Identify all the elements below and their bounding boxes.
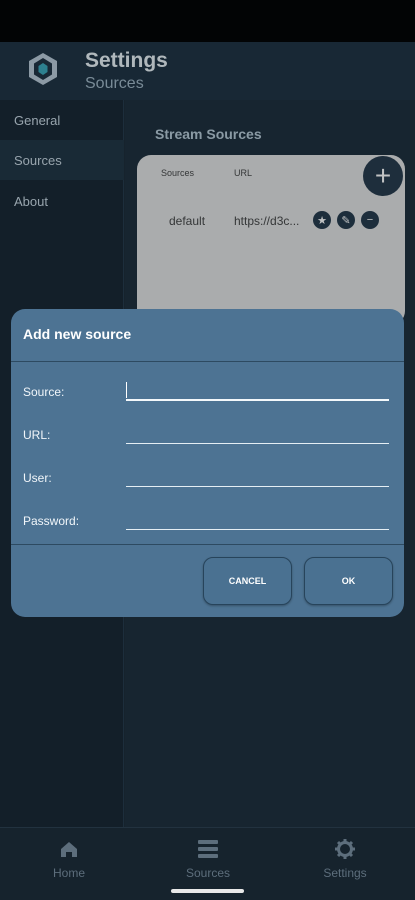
nav-settings[interactable]: Settings [300,838,390,880]
list-icon [198,840,218,858]
url-input[interactable] [126,422,389,444]
nav-sources[interactable]: Sources [163,838,253,880]
dialog-title: Add new source [23,326,132,342]
text-caret [126,382,127,398]
url-field-label: URL: [23,428,51,442]
home-icon [61,842,77,857]
password-field-label: Password: [23,514,80,528]
source-input[interactable] [126,379,389,401]
gesture-home-bar[interactable] [171,889,244,893]
cancel-button[interactable]: CANCEL [203,557,292,605]
user-input[interactable] [126,465,389,487]
nav-sources-label: Sources [185,866,231,880]
source-field-label: Source: [23,385,65,399]
user-field-label: User: [23,471,52,485]
nav-home-label: Home [52,866,85,880]
nav-home[interactable]: Home [24,838,114,880]
nav-settings-label: Settings [323,866,367,880]
gear-icon [335,839,355,859]
dialog-divider-top [11,361,404,362]
add-source-dialog: Add new source Source: URL: User: Passwo… [11,309,404,617]
password-input[interactable] [126,508,389,530]
dialog-divider-bottom [11,544,404,545]
ok-button[interactable]: OK [304,557,393,605]
